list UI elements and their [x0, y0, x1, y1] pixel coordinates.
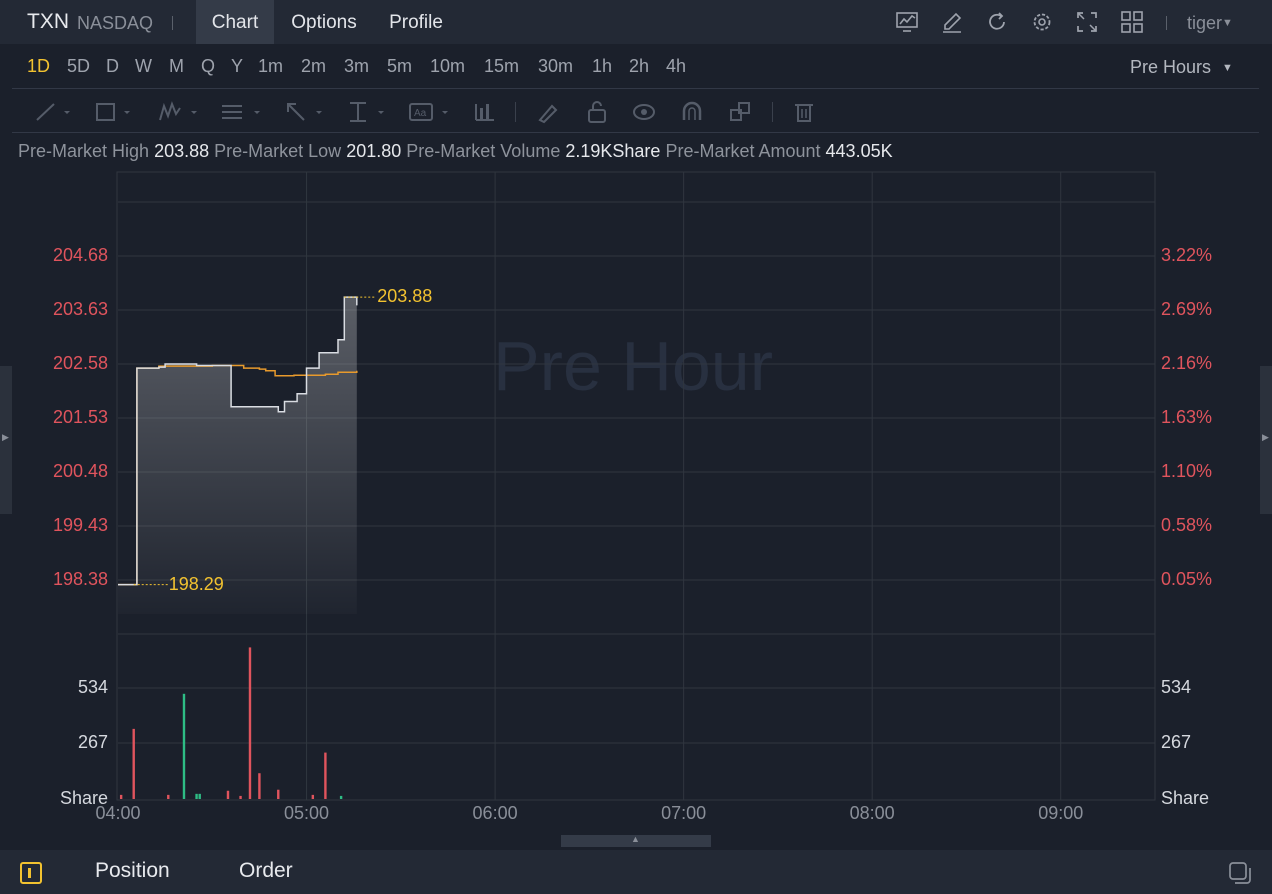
price-area-fill [118, 297, 357, 614]
time-axis-label: 05:00 [284, 803, 330, 823]
chevron-up-icon: ▲ [631, 834, 640, 844]
watermark: Pre Hour [493, 327, 773, 405]
percent-axis-label: 2.16% [1161, 353, 1213, 373]
tab-order[interactable]: Order [239, 859, 293, 883]
percent-axis-label: 0.05% [1161, 569, 1213, 589]
volume-bar [167, 794, 170, 799]
volume-bar [182, 693, 186, 799]
volume-bar [248, 647, 252, 799]
time-axis-label: 09:00 [1038, 803, 1084, 823]
volume-axis-label: 267 [1161, 732, 1192, 752]
volume-bars [119, 647, 343, 799]
time-axis-label: 08:00 [849, 803, 895, 823]
price-axis-label: 201.53 [52, 407, 108, 427]
volume-bar [198, 793, 201, 799]
price-axis-label: 200.48 [52, 461, 108, 481]
percent-axis-label: 1.63% [1161, 407, 1213, 427]
right-panel-toggle[interactable]: ▶ [1260, 366, 1272, 514]
price-chart[interactable]: Pre Hour [0, 0, 1272, 894]
volume-bar [132, 728, 135, 799]
volume-axis-label: Share [59, 788, 108, 808]
volume-axis-label: 534 [1161, 677, 1192, 697]
time-axis-label: 07:00 [661, 803, 707, 823]
percent-axis-label: 0.58% [1161, 515, 1213, 535]
price-axis-label: 199.43 [52, 515, 108, 535]
volume-bar [119, 794, 123, 799]
chevron-right-icon: ▶ [1262, 432, 1269, 442]
panel-resize-handle[interactable]: ▲ [561, 834, 711, 847]
volume-bar [311, 794, 315, 799]
left-panel-toggle[interactable]: ▶ [0, 366, 12, 514]
high-marker-label: 203.88 [377, 286, 433, 307]
window-copy-icon[interactable] [1228, 861, 1252, 885]
volume-axis-label: Share [1161, 788, 1210, 808]
time-axis-label: 04:00 [95, 803, 141, 823]
low-marker-label: 198.29 [168, 573, 224, 594]
volume-axis-label: 534 [77, 677, 108, 697]
volume-bar [258, 773, 261, 799]
percent-axis-label: 3.22% [1161, 245, 1213, 265]
volume-bar [195, 793, 198, 799]
volume-bar [239, 795, 242, 799]
price-axis-label: 204.68 [52, 245, 108, 265]
volume-bar [226, 790, 230, 799]
volume-bar [277, 789, 280, 799]
price-axis-label: 198.38 [52, 569, 108, 589]
panel-toggle-icon[interactable] [20, 862, 42, 884]
chevron-right-icon: ▶ [2, 432, 9, 442]
price-axis-label: 202.58 [52, 353, 108, 373]
price-axis-label: 203.63 [52, 299, 108, 319]
percent-axis-label: 1.10% [1161, 461, 1213, 481]
tab-position[interactable]: Position [95, 859, 170, 883]
bottom-bar: Position Order [0, 850, 1272, 894]
volume-axis-label: 267 [77, 732, 108, 752]
percent-axis-label: 2.69% [1161, 299, 1213, 319]
time-axis-label: 06:00 [472, 803, 518, 823]
volume-bar [324, 752, 327, 799]
volume-bar [339, 795, 343, 799]
